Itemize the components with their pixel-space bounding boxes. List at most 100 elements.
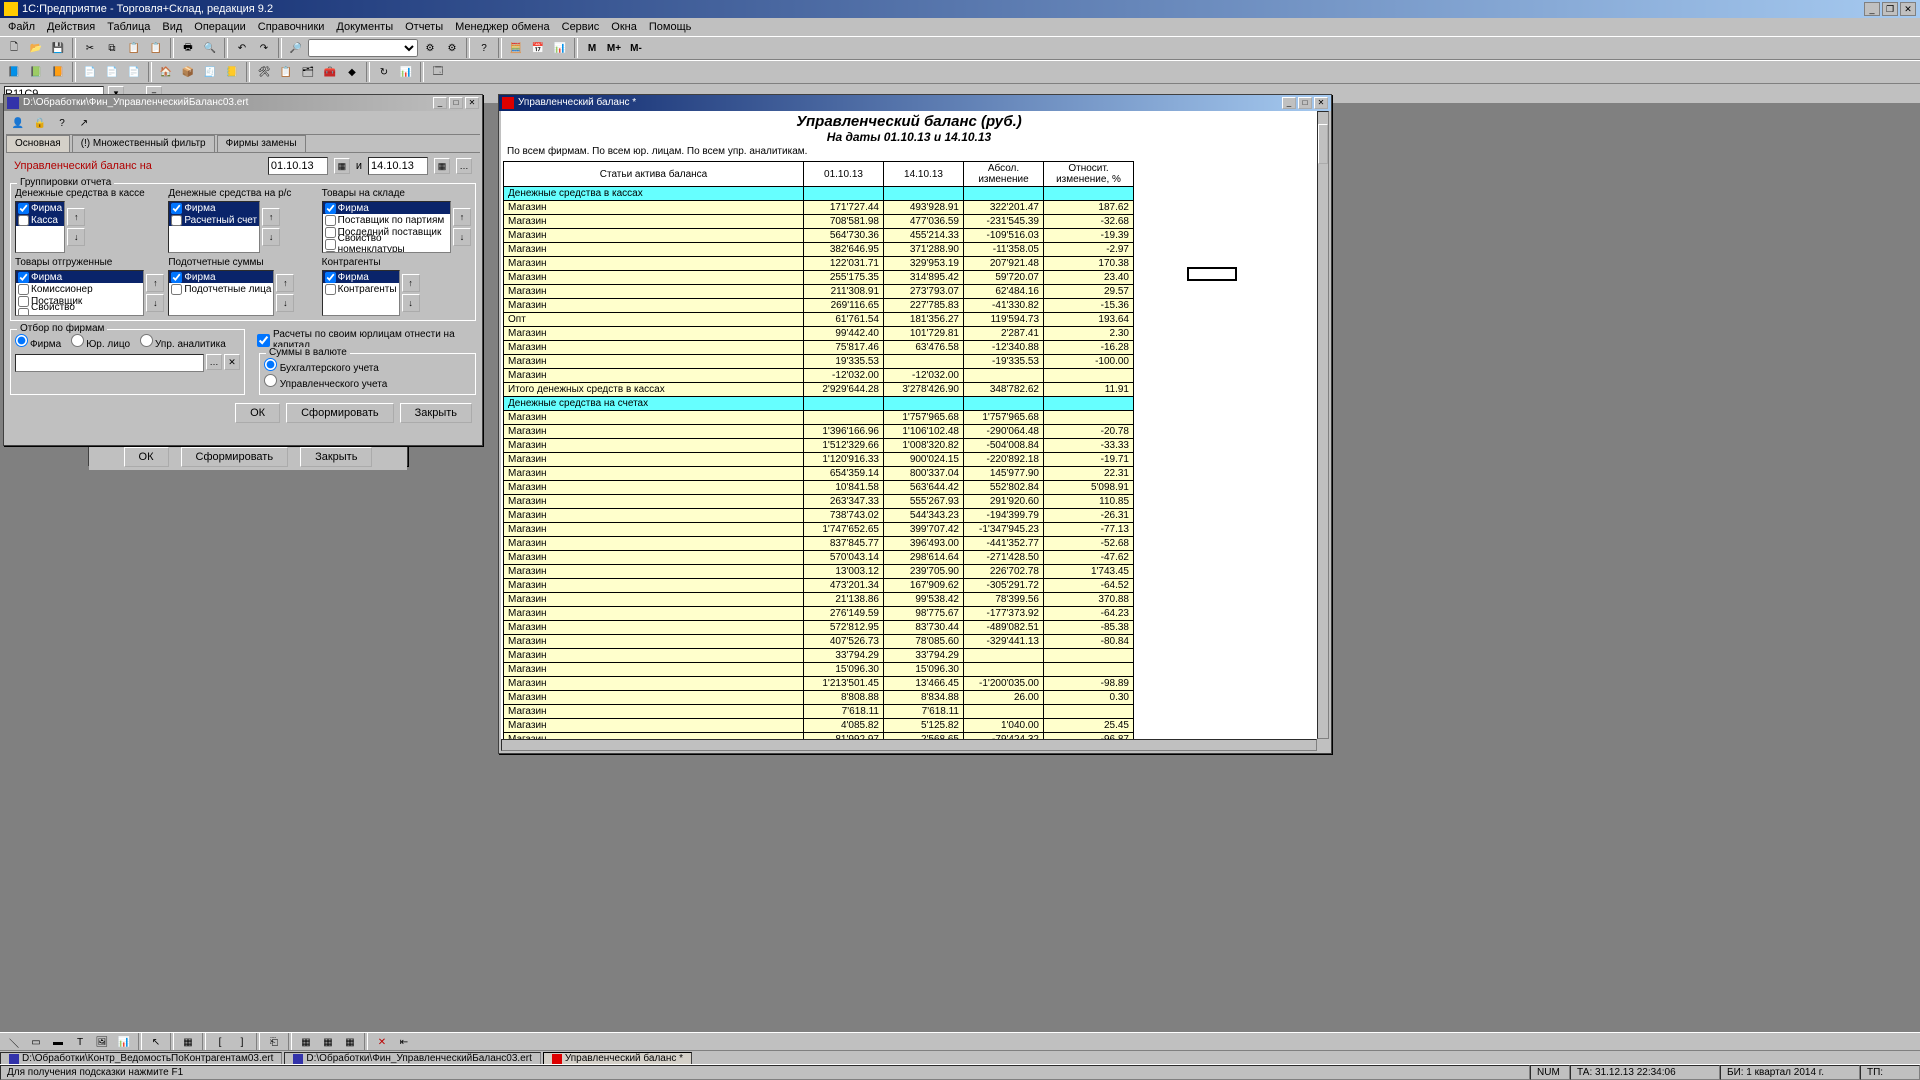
preview-icon[interactable]: 🔍 (200, 38, 220, 58)
t2-14-icon[interactable]: 🧰 (320, 62, 340, 82)
redo-icon[interactable]: ↷ (254, 38, 274, 58)
t2-4-icon[interactable]: 📄 (80, 62, 100, 82)
paste2-icon[interactable]: 📋 (146, 38, 166, 58)
open-icon[interactable]: 📂 (26, 38, 46, 58)
move-down-button[interactable]: ↓ (146, 294, 164, 312)
opt2-icon[interactable]: ⚙ (442, 38, 462, 58)
behind-ok-button[interactable]: ОК (124, 447, 169, 467)
report-min-button[interactable]: _ (1282, 97, 1296, 109)
list-checkbox[interactable] (325, 203, 336, 214)
t2-12-icon[interactable]: 📋 (276, 62, 296, 82)
cut-icon[interactable]: ✂ (80, 38, 100, 58)
date2-picker-icon[interactable]: ▦ (434, 158, 450, 174)
menu-Вид[interactable]: Вид (156, 19, 188, 35)
list-checkbox[interactable] (325, 227, 336, 238)
t2-10-icon[interactable]: 📒 (222, 62, 242, 82)
filter-radio[interactable] (15, 334, 28, 347)
help-icon[interactable]: ? (474, 38, 494, 58)
close-form-button[interactable]: Закрыть (400, 403, 472, 423)
ft4-icon[interactable]: ↗ (74, 114, 94, 134)
list-checkbox[interactable] (18, 203, 29, 214)
search-combo[interactable] (308, 39, 418, 57)
t2-8-icon[interactable]: 📦 (178, 62, 198, 82)
undo-icon[interactable]: ↶ (232, 38, 252, 58)
move-up-button[interactable]: ↑ (276, 274, 294, 292)
close-button[interactable]: ✕ (1900, 2, 1916, 16)
move-down-button[interactable]: ↓ (453, 228, 471, 246)
filter-pick-button[interactable]: … (206, 354, 222, 370)
list-checkbox[interactable] (325, 239, 336, 250)
move-up-button[interactable]: ↑ (262, 208, 280, 226)
move-up-button[interactable]: ↑ (402, 274, 420, 292)
report-hscroll[interactable] (501, 739, 1317, 751)
copy-icon[interactable]: ⧉ (102, 38, 122, 58)
t2-3-icon[interactable]: 📙 (48, 62, 68, 82)
report-body[interactable]: Управленческий баланс (руб.) На даты 01.… (501, 111, 1317, 739)
report-titlebar[interactable]: Управленческий баланс * _ □ ✕ (499, 95, 1331, 111)
behind-close-button[interactable]: Закрыть (300, 447, 372, 467)
form-button[interactable]: Сформировать (286, 403, 394, 423)
ft3-icon[interactable]: ? (52, 114, 72, 134)
cal-icon[interactable]: 📅 (528, 38, 548, 58)
paste-icon[interactable]: 📋 (124, 38, 144, 58)
find-icon[interactable]: 🔎 (286, 38, 306, 58)
form-titlebar[interactable]: D:\Обработки\Фин_УправленческийБаланс03.… (4, 95, 482, 111)
t2-11-icon[interactable]: 🛠 (254, 62, 274, 82)
listbox[interactable]: ФирмаРасчетный счет (168, 201, 260, 253)
menu-Справочники[interactable]: Справочники (252, 19, 331, 35)
move-up-button[interactable]: ↑ (67, 208, 85, 226)
move-down-button[interactable]: ↓ (67, 228, 85, 246)
list-checkbox[interactable] (18, 308, 29, 317)
form-max-button[interactable]: □ (449, 97, 463, 109)
menu-Сервис[interactable]: Сервис (556, 19, 606, 35)
ft1-icon[interactable]: 👤 (8, 114, 28, 134)
menu-Документы[interactable]: Документы (330, 19, 399, 35)
minimize-button[interactable]: _ (1864, 2, 1880, 16)
report-vscroll[interactable] (1317, 111, 1329, 739)
filter-clear-button[interactable]: ✕ (224, 354, 240, 370)
list-checkbox[interactable] (171, 203, 182, 214)
t2-15-icon[interactable]: ◆ (342, 62, 362, 82)
listbox[interactable]: ФирмаПодотчетные лица (168, 270, 274, 316)
menu-Файл[interactable]: Файл (2, 19, 41, 35)
sums-radio[interactable] (264, 374, 277, 387)
t2-5-icon[interactable]: 📄 (102, 62, 122, 82)
chart-icon[interactable]: 📊 (550, 38, 570, 58)
menu-Окна[interactable]: Окна (605, 19, 643, 35)
form-tab[interactable]: (!) Множественный фильтр (72, 135, 215, 152)
menu-Помощь[interactable]: Помощь (643, 19, 698, 35)
date1-input[interactable] (268, 157, 328, 175)
ft2-icon[interactable]: 🔒 (30, 114, 50, 134)
filter-radio[interactable] (71, 334, 84, 347)
menu-Операции[interactable]: Операции (188, 19, 251, 35)
ok-button[interactable]: ОК (235, 403, 280, 423)
list-checkbox[interactable] (18, 284, 29, 295)
date-more-button[interactable]: … (456, 158, 472, 174)
form-close-button[interactable]: ✕ (465, 97, 479, 109)
restore-button[interactable]: ❐ (1882, 2, 1898, 16)
list-checkbox[interactable] (325, 251, 336, 254)
menu-Действия[interactable]: Действия (41, 19, 101, 35)
listbox[interactable]: ФирмаКонтрагенты (322, 270, 400, 316)
list-checkbox[interactable] (18, 272, 29, 283)
date2-input[interactable] (368, 157, 428, 175)
new-icon[interactable]: 🗋 (4, 38, 24, 58)
listbox[interactable]: ФирмаКомиссионерПоставщикСвойство номенк… (15, 270, 144, 316)
m-icon[interactable]: M (582, 38, 602, 58)
mminus-icon[interactable]: M- (626, 38, 646, 58)
t2-1-icon[interactable]: 📘 (4, 62, 24, 82)
calc-icon[interactable]: 🧮 (506, 38, 526, 58)
move-down-button[interactable]: ↓ (262, 228, 280, 246)
filter-value-input[interactable] (15, 354, 204, 372)
report-max-button[interactable]: □ (1298, 97, 1312, 109)
list-checkbox[interactable] (171, 215, 182, 226)
date1-picker-icon[interactable]: ▦ (334, 158, 350, 174)
t2-9-icon[interactable]: 🧾 (200, 62, 220, 82)
form-tab[interactable]: Основная (6, 135, 70, 152)
opt1-icon[interactable]: ⚙ (420, 38, 440, 58)
listbox[interactable]: ФирмаПоставщик по партиямПоследний поста… (322, 201, 451, 253)
mplus-icon[interactable]: M+ (604, 38, 624, 58)
move-up-button[interactable]: ↑ (453, 208, 471, 226)
move-up-button[interactable]: ↑ (146, 274, 164, 292)
form-tab[interactable]: Фирмы замены (217, 135, 306, 152)
